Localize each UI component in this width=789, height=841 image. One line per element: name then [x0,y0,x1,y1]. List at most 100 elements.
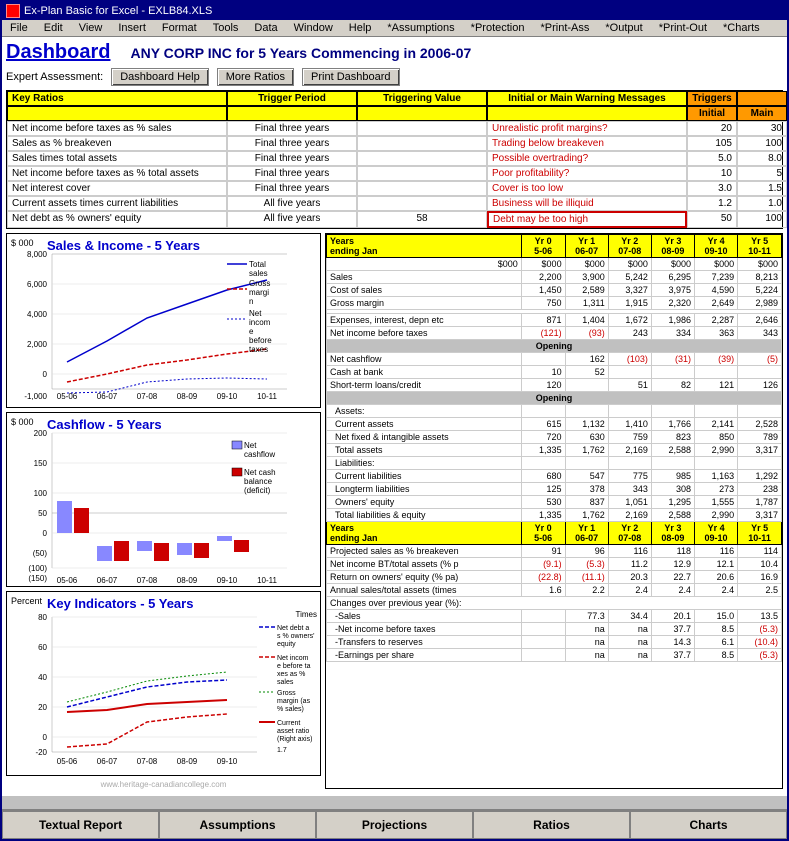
eps-label: -Earnings per share [327,649,522,662]
menu-protection[interactable]: *Protection [467,21,529,35]
roe-label: Return on owners' equity (% pa) [327,571,522,584]
svg-text:07-08: 07-08 [137,392,158,401]
menu-file[interactable]: File [6,21,32,35]
menu-charts[interactable]: *Charts [719,21,764,35]
sales-yr4: 7,239 [695,271,738,284]
svg-text:e before ta: e before ta [277,663,311,670]
more-ratios-button[interactable]: More Ratios [217,68,294,86]
current-liab-label: Current liabilities [327,470,522,483]
svg-text:sales: sales [277,679,294,686]
menu-insert[interactable]: Insert [114,21,150,35]
table-row: Net cashflow 162(103)(31)(39)(5) [327,353,782,366]
print-dashboard-button[interactable]: Print Dashboard [302,68,400,86]
tab-projections[interactable]: Projections [316,811,473,839]
opening-section-header: Opening [327,340,782,353]
svg-text:0: 0 [43,529,48,538]
menu-window[interactable]: Window [290,21,337,35]
svg-text:6,000: 6,000 [27,280,48,289]
nibt-assets-label: Net income BT/total assets (% p [327,558,522,571]
svg-text:equity: equity [277,641,296,648]
table-row: Sales times total assets Final three yea… [7,151,782,166]
table-row: Sales 2,200 3,900 5,242 6,295 7,239 8,21… [327,271,782,284]
trigger-period-header: Trigger Period [227,91,357,106]
charts-column: $ 000 Sales & Income - 5 Years 8,000 6 [6,233,321,789]
svg-text:Current: Current [277,720,300,727]
menu-print-ass[interactable]: *Print-Ass [536,21,593,35]
gm-label: Gross margin [327,297,522,310]
ratios-header-row: Yearsending Jan Yr 05-06 Yr 106-07 Yr 20… [327,522,782,545]
menu-output[interactable]: *Output [601,21,646,35]
table-row: Expenses, interest, depn etc 8711,4041,6… [327,314,782,327]
table-row: -Net income before taxes nana37.78.5(5.3… [327,623,782,636]
table-row: Short-term loans/credit 1205182121126 [327,379,782,392]
menu-format[interactable]: Format [158,21,201,35]
svg-text:balance: balance [244,477,273,486]
current-assets-label: Current assets [327,418,522,431]
app-icon [6,4,20,18]
table-row: Owners' equity 5308371,0511,2951,5551,78… [327,496,782,509]
svg-text:60: 60 [38,643,47,652]
table-row: -Earnings per share nana37.78.5(5.3) [327,649,782,662]
yr0-header: Yr 05-06 [521,235,565,258]
table-row: Net income before taxes as % sales Final… [7,121,782,136]
owners-equity-label: Owners' equity [327,496,522,509]
tab-charts[interactable]: Charts [630,811,787,839]
menu-data[interactable]: Data [250,21,281,35]
menu-print-out[interactable]: *Print-Out [655,21,711,35]
total-assets-label: Total assets [327,444,522,457]
svg-text:-1,000: -1,000 [24,392,47,401]
watermark: www.heritage-canadiancollege.com [6,780,321,789]
tab-textual-report[interactable]: Textual Report [2,811,159,839]
svg-text:s % owners': s % owners' [277,633,315,640]
svg-text:0: 0 [43,733,48,742]
dashboard-subtitle: ANY CORP INC for 5 Years Commencing in 2… [130,45,471,61]
key-indicators-chart: Percent Key Indicators - 5 Years Times 8… [6,591,321,776]
svg-text:sales: sales [249,269,268,278]
main-header [737,91,787,106]
svg-text:margin (as: margin (as [277,698,311,705]
svg-text:40: 40 [38,673,47,682]
svg-text:Total: Total [249,260,266,269]
svg-text:50: 50 [38,509,47,518]
svg-text:06-07: 06-07 [97,392,118,401]
sales-label: Sales [327,271,522,284]
svg-text:10-11: 10-11 [257,576,277,585]
svg-text:150: 150 [34,459,48,468]
table-row: Annual sales/total assets (times 1.62.22… [327,584,782,597]
tab-ratios[interactable]: Ratios [473,811,630,839]
financial-data-table: Yearsending Jan Yr 05-06 Yr 106-07 Yr 20… [326,234,782,662]
svg-text:1.7: 1.7 [277,747,287,754]
svg-text:05-06: 05-06 [57,757,78,766]
table-row: Assets: [327,405,782,418]
svg-text:09-10: 09-10 [217,576,238,585]
data-column: Yearsending Jan Yr 05-06 Yr 106-07 Yr 20… [325,233,783,789]
dashboard-help-button[interactable]: Dashboard Help [111,68,209,86]
table-row: Total assets 1,3351,7622,1692,5882,9903,… [327,444,782,457]
svg-text:200: 200 [34,429,48,438]
sales-assets-label: Annual sales/total assets (times [327,584,522,597]
table-row: Liabilities: [327,457,782,470]
yr4-header: Yr 409-10 [695,235,738,258]
triggering-value-header: Triggering Value [357,91,487,106]
assets-label: Assets: [327,405,522,418]
tab-assumptions[interactable]: Assumptions [159,811,316,839]
cashflow-chart: $ 000 Cashflow - 5 Years 200 150 100 50 [6,412,321,587]
svg-text:80: 80 [38,613,47,622]
menu-view[interactable]: View [75,21,107,35]
svg-text:09-10: 09-10 [217,392,238,401]
table-row: Projected sales as % breakeven 919611611… [327,545,782,558]
table-row: Cost of sales 1,4502,5893,3273,9754,5905… [327,284,782,297]
menu-assumptions[interactable]: *Assumptions [383,21,458,35]
svg-text:(Right axis): (Right axis) [277,736,312,743]
svg-text:margi: margi [249,288,269,297]
svg-text:% sales): % sales) [277,706,304,713]
svg-text:Net incom: Net incom [277,655,309,662]
table-row: Net income before taxes as % total asset… [7,166,782,181]
menu-tools[interactable]: Tools [209,21,243,35]
stloans-label: Short-term loans/credit [327,379,522,392]
table-row: Current assets 6151,1321,4101,7662,1412,… [327,418,782,431]
menu-help[interactable]: Help [345,21,376,35]
svg-text:0: 0 [43,370,48,379]
svg-text:cashflow: cashflow [244,450,275,459]
menu-edit[interactable]: Edit [40,21,67,35]
